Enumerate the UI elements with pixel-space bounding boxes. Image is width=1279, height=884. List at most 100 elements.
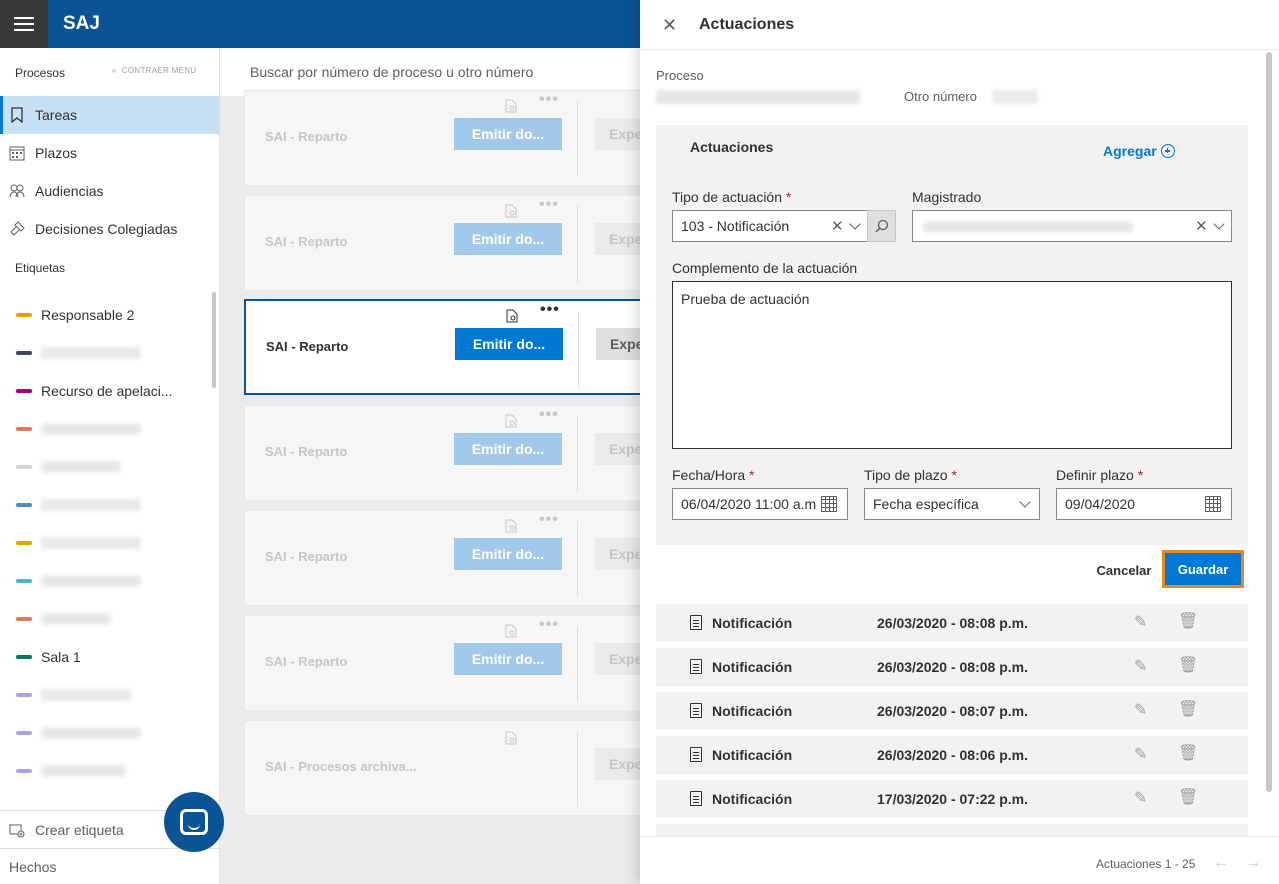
magistrado-label: Magistrado (912, 189, 982, 205)
calendar-icon[interactable] (1205, 496, 1221, 512)
tag-item[interactable] (0, 410, 220, 448)
clear-icon[interactable]: ✕ (1195, 217, 1208, 235)
list-item[interactable]: Notificación 17/03/2020 - 07:22 p.m. ✎ 🗑 (656, 780, 1248, 818)
sidebar-item-plazos[interactable]: Plazos (0, 134, 219, 172)
emit-document-button[interactable]: Emitir do... (454, 643, 562, 675)
tag-color-dot (16, 503, 32, 507)
edit-icon[interactable]: ✎ (1134, 788, 1147, 808)
task-card[interactable]: ••• SAI - Reparto Emitir do... Expe (244, 405, 655, 501)
more-options-icon[interactable]: ••• (539, 511, 559, 529)
tag-item[interactable]: Recurso de apelaci... (0, 372, 220, 410)
more-options-icon[interactable]: ••• (539, 196, 559, 214)
add-button[interactable]: Agregar (1103, 143, 1175, 159)
tag-item[interactable] (0, 448, 220, 486)
trash-icon[interactable]: 🗑 (1178, 787, 1198, 807)
arrow-right-icon[interactable]: → (1245, 854, 1261, 872)
tag-item[interactable] (0, 600, 220, 638)
emit-document-button[interactable]: Emitir do... (454, 223, 562, 255)
arrow-left-icon[interactable]: ← (1213, 854, 1229, 872)
sidebar-item-hechos[interactable]: Hechos (0, 848, 220, 884)
edit-icon[interactable]: ✎ (1134, 700, 1147, 720)
fecha-hora-label: Fecha/Hora * (672, 467, 755, 483)
tag-item[interactable] (0, 524, 220, 562)
sidebar-item-decisiones[interactable]: Decisiones Colegiadas (0, 210, 219, 248)
panel-scrollbar[interactable] (1266, 52, 1272, 792)
list-item[interactable]: Notificación 26/03/2020 - 08:08 p.m. ✎ 🗑 (656, 604, 1248, 642)
otro-numero-redacted (992, 90, 1038, 104)
calendar-icon[interactable] (821, 496, 837, 512)
list-item[interactable] (656, 824, 1248, 836)
document-icon[interactable] (505, 731, 519, 745)
document-icon[interactable] (505, 99, 519, 113)
tag-item[interactable] (0, 676, 220, 714)
search-actuacion-button[interactable] (867, 210, 896, 242)
clear-icon[interactable]: ✕ (831, 217, 844, 235)
tag-item[interactable] (0, 334, 220, 372)
tag-item[interactable]: Sala 1 (0, 638, 220, 676)
chevron-down-icon (1019, 496, 1031, 508)
section-title: Actuaciones (690, 139, 774, 155)
fecha-hora-field[interactable]: 06/04/2020 11:00 a.m (672, 488, 848, 520)
edit-icon[interactable]: ✎ (1134, 744, 1147, 764)
complemento-label: Complemento de la actuación (672, 260, 858, 276)
tipo-actuacion-label: Tipo de actuación * (672, 189, 792, 205)
list-item[interactable]: Notificación 26/03/2020 - 08:06 p.m. ✎ 🗑 (656, 736, 1248, 774)
chat-button[interactable] (164, 792, 224, 852)
trash-icon[interactable]: 🗑 (1178, 655, 1198, 675)
collapse-menu-button[interactable]: « CONTRAER MENÚ (112, 66, 196, 75)
complemento-textarea[interactable]: Prueba de actuación (672, 281, 1232, 449)
more-options-icon[interactable]: ••• (539, 91, 559, 109)
sidebar-item-tareas[interactable]: Tareas (0, 96, 219, 134)
tipo-actuacion-select[interactable]: 103 - Notificación ✕ (672, 210, 868, 242)
calendar-icon (9, 145, 25, 161)
edit-icon[interactable]: ✎ (1134, 612, 1147, 632)
task-card[interactable]: ••• SAI - Reparto Emitir do... Expe (244, 510, 655, 606)
document-icon[interactable] (505, 204, 519, 218)
tag-redacted (41, 613, 111, 625)
tag-item[interactable] (0, 486, 220, 524)
emit-document-button[interactable]: Emitir do... (454, 118, 562, 150)
document-icon[interactable] (506, 309, 520, 323)
more-options-icon[interactable]: ••• (539, 616, 559, 634)
list-item[interactable]: Notificación 26/03/2020 - 08:08 p.m. ✎ 🗑 (656, 648, 1248, 686)
trash-icon[interactable]: 🗑 (1178, 611, 1198, 631)
document-icon (690, 703, 702, 718)
document-icon[interactable] (505, 414, 519, 428)
tag-color-dot (16, 427, 32, 431)
list-item[interactable]: Notificación 26/03/2020 - 08:07 p.m. ✎ 🗑 (656, 692, 1248, 730)
tag-item[interactable] (0, 714, 220, 752)
task-card[interactable]: SAI - Procesos archiva... Expe (244, 720, 655, 816)
task-card[interactable]: ••• SAI - Reparto Emitir do... Expe (244, 195, 655, 291)
tag-item[interactable]: Responsable 2 (0, 296, 220, 334)
magistrado-select[interactable]: ✕ (912, 210, 1232, 242)
tag-item[interactable] (0, 752, 220, 790)
emit-document-button[interactable]: Emitir do... (454, 433, 562, 465)
more-options-icon[interactable]: ••• (539, 406, 559, 424)
emit-document-button[interactable]: Emitir do... (454, 538, 562, 570)
task-card-selected[interactable]: ••• SAI - Reparto Emitir do... Expe (244, 299, 656, 395)
definir-plazo-field[interactable]: 09/04/2020 (1056, 488, 1232, 520)
tipo-plazo-select[interactable]: Fecha específica (864, 488, 1040, 520)
tag-color-dot (16, 769, 32, 773)
card-separator (577, 731, 578, 807)
task-card[interactable]: ••• SAI - Reparto Emitir do... Expe (244, 90, 655, 186)
tag-item[interactable] (0, 562, 220, 600)
trash-icon[interactable]: 🗑 (1178, 743, 1198, 763)
document-icon[interactable] (505, 519, 519, 533)
edit-icon[interactable]: ✎ (1134, 656, 1147, 676)
document-icon[interactable] (505, 624, 519, 638)
search-input[interactable] (250, 56, 650, 88)
task-card[interactable]: ••• SAI - Reparto Emitir do... Expe (244, 615, 655, 711)
tag-color-dot (16, 541, 32, 545)
tag-color-dot (16, 313, 32, 317)
cancel-button[interactable]: Cancelar (1088, 562, 1160, 578)
close-icon[interactable]: ✕ (662, 15, 677, 36)
card-separator (577, 416, 578, 492)
emit-document-button[interactable]: Emitir do... (455, 328, 563, 360)
save-button[interactable]: Guardar (1162, 550, 1244, 588)
trash-icon[interactable]: 🗑 (1178, 699, 1198, 719)
more-options-icon[interactable]: ••• (540, 301, 560, 319)
hamburger-menu-icon[interactable] (0, 0, 48, 48)
card-separator (577, 206, 578, 282)
sidebar-item-audiencias[interactable]: Audiencias (0, 172, 219, 210)
